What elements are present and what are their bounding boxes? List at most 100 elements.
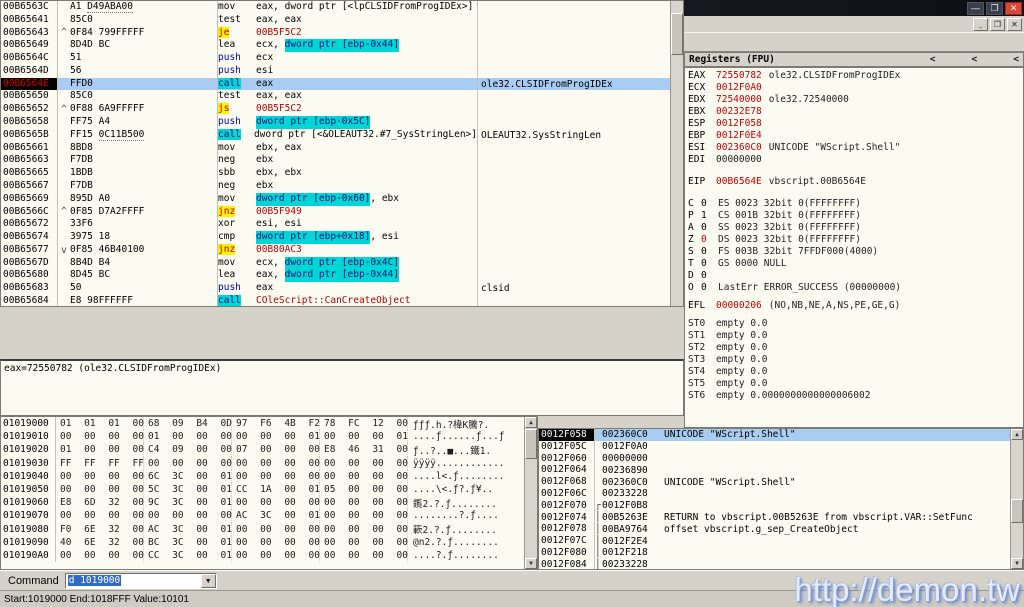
disasm-row[interactable]: 00B6564EFFD0calleaxole32.CLSIDFromProgID… [1, 78, 683, 91]
register-row[interactable]: EBP0012F0E4 [688, 130, 1023, 142]
register-row[interactable]: ECX0012F0A0 [688, 82, 1023, 94]
dump-row[interactable]: 010190A000 00 00 00CC 3C 00 0100 00 00 0… [1, 549, 537, 562]
scroll-thumb[interactable] [1011, 499, 1023, 523]
disasm-row[interactable]: 00B6567233F6xoresi, esi [1, 218, 683, 231]
segment-info: GS 0000 NULL [718, 258, 787, 269]
child-restore-button[interactable]: ❐ [990, 18, 1005, 31]
flag-row[interactable]: T0GS 0000 NULL [688, 258, 1023, 270]
dump-row[interactable]: 01019060E8 6D 32 009C 3C 00 0100 00 00 0… [1, 496, 537, 509]
dump-row[interactable]: 0101905000 00 00 005C 3C 00 01CC 1A 00 0… [1, 483, 537, 496]
disasm-row[interactable]: 00B6563CA1 D49ABA00moveax, dword ptr [<l… [1, 1, 683, 14]
stack-row[interactable]: 0012F05C0012F0A0 [539, 441, 1023, 453]
disasm-scrollbar[interactable] [670, 1, 683, 306]
collapse-icon[interactable]: < [972, 54, 978, 65]
stack-pane[interactable]: 0012F058002360C0UNICODE "WScript.Shell"0… [538, 428, 1024, 570]
stack-row[interactable]: 0012F074│00B5263ERETURN to vbscript.00B5… [539, 512, 1023, 524]
disasm-row[interactable]: 00B6566C^0F85 D7A2FFFFjnz00B5F949 [1, 206, 683, 219]
scroll-up-icon[interactable]: ▲ [525, 417, 537, 428]
child-close-button[interactable]: ✕ [1007, 18, 1022, 31]
fpu-row[interactable]: ST4empty 0.0 [688, 366, 1023, 378]
minimize-button[interactable]: — [967, 2, 984, 15]
close-button[interactable]: ✕ [1005, 2, 1022, 15]
stack-row[interactable]: 0012F070┌0012F0B8 [539, 500, 1023, 512]
collapse-icon[interactable]: < [930, 54, 936, 65]
disasm-row[interactable]: 00B6564C51pushecx [1, 52, 683, 65]
stack-row[interactable]: 0012F06000000000 [539, 453, 1023, 465]
stack-scrollbar[interactable]: ▲▼ [1010, 429, 1023, 569]
register-row[interactable]: EAX72550782ole32.CLSIDFromProgIDEx [688, 70, 1023, 82]
dump-row[interactable]: 0101901000 00 00 0001 00 00 0000 00 00 0… [1, 430, 537, 443]
stack-row[interactable]: 0012F080│0012F218 [539, 547, 1023, 559]
scroll-down-icon[interactable]: ▼ [525, 558, 537, 569]
disasm-row[interactable]: 00B656808D45 BCleaeax, dword ptr [ebp-0x… [1, 269, 683, 282]
scroll-thumb[interactable] [671, 13, 683, 55]
disasm-row[interactable]: 00B6568350pusheaxclsid [1, 282, 683, 295]
dump-row[interactable]: 01019030FF FF FF FF00 00 00 0000 00 00 0… [1, 457, 537, 470]
disasm-row[interactable]: 00B6567D8B4D B4movecx, dword ptr [ebp-0x… [1, 257, 683, 270]
register-row[interactable]: EDI00000000 [688, 154, 1023, 166]
stack-row[interactable]: 0012F06C00233228 [539, 488, 1023, 500]
disasm-row[interactable]: 00B656498D4D BCleaecx, dword ptr [ebp-0x… [1, 39, 683, 52]
dump-row[interactable]: 0101904000 00 00 006C 3C 00 0100 00 00 0… [1, 470, 537, 483]
child-minimize-button[interactable]: ˍ [973, 18, 988, 31]
dump-row[interactable]: 0101902001 00 00 00C4 09 00 0007 00 00 0… [1, 443, 537, 456]
memory-dump-pane[interactable]: 0101900001 01 01 0068 09 B4 0D97 F6 4B F… [0, 416, 538, 570]
command-dropdown-icon[interactable]: ▼ [201, 574, 216, 588]
disasm-row[interactable]: 00B65667F7DBnegebx [1, 180, 683, 193]
disasm-row[interactable]: 00B6565085C0testeax, eax [1, 90, 683, 103]
dump-row[interactable]: 0101907000 00 00 0000 00 00 00AC 3C 00 0… [1, 509, 537, 522]
scroll-thumb[interactable] [525, 429, 537, 459]
flag-row[interactable]: P1CS 001B 32bit 0(FFFFFFFF) [688, 210, 1023, 222]
disasm-row[interactable]: 00B65652^0F88 6A9FFFFFjs00B5F5C2 [1, 103, 683, 116]
dump-row[interactable]: 0101900001 01 01 0068 09 B4 0D97 F6 4B F… [1, 417, 537, 430]
disasm-row[interactable]: 00B656651BDBsbbebx, ebx [1, 167, 683, 180]
disasm-row[interactable]: 00B6565BFF15 0C11B500calldword ptr [<&OL… [1, 129, 683, 142]
disasm-row[interactable]: 00B656618BD8movebx, eax [1, 142, 683, 155]
stack-row[interactable]: 0012F058002360C0UNICODE "WScript.Shell" [539, 429, 1023, 441]
disasm-row[interactable]: 00B65658FF75 A4pushdword ptr [ebp-0x5C] [1, 116, 683, 129]
fpu-row[interactable]: ST5empty 0.0 [688, 378, 1023, 390]
fpu-row[interactable]: ST0empty 0.0 [688, 318, 1023, 330]
stack-row[interactable]: 0012F068002360C0UNICODE "WScript.Shell" [539, 476, 1023, 488]
fpu-row[interactable]: ST2empty 0.0 [688, 342, 1023, 354]
register-row[interactable]: EBX00232E78 [688, 106, 1023, 118]
disasm-row[interactable]: 00B656743975 18cmpdword ptr [ebp+0x18], … [1, 231, 683, 244]
flag-row[interactable]: D0 [688, 270, 1023, 282]
disasm-row[interactable]: 00B65677v0F85 46B40100jnz00B80AC3 [1, 244, 683, 257]
stack-row[interactable]: 0012F084│00233228 [539, 559, 1023, 570]
disasm-row[interactable]: 00B6564D56pushesi [1, 65, 683, 78]
flag-row[interactable]: C0ES 0023 32bit 0(FFFFFFFF) [688, 198, 1023, 210]
flag-row[interactable]: S0FS 003B 32bit 7FFDF000(4000) [688, 246, 1023, 258]
register-row[interactable]: ESI002360C0UNICODE "WScript.Shell" [688, 142, 1023, 154]
dump-row[interactable]: 01019080F0 6E 32 00AC 3C 00 0100 00 00 0… [1, 523, 537, 536]
disassembly-pane[interactable]: 00B6563CA1 D49ABA00moveax, dword ptr [<l… [0, 0, 684, 307]
collapse-icon[interactable]: < [1013, 54, 1019, 65]
stack-row[interactable]: 0012F06400236890 [539, 464, 1023, 476]
disasm-row[interactable]: 00B6564185C0testeax, eax [1, 14, 683, 27]
scroll-up-icon[interactable]: ▲ [1011, 429, 1023, 440]
disasm-row[interactable]: 00B65669895D A0movdword ptr [ebp-0x60], … [1, 193, 683, 206]
fpu-row[interactable]: ST6empty 0.0000000000000006002 [688, 390, 1023, 402]
register-row[interactable]: EDX72540000ole32.72540000 [688, 94, 1023, 106]
flag-row[interactable]: O0LastErr ERROR_SUCCESS (00000000) [688, 282, 1023, 294]
flag-row[interactable]: A0SS 0023 32bit 0(FFFFFFFF) [688, 222, 1023, 234]
registers-pane[interactable]: EAX72550782ole32.CLSIDFromProgIDExECX001… [684, 67, 1024, 428]
dump-scrollbar[interactable]: ▲▼ [524, 417, 537, 569]
register-row[interactable]: ESP0012F058 [688, 118, 1023, 130]
stack-row[interactable]: 0012F078│00BA9764offset vbscript.g_sep_C… [539, 523, 1023, 535]
disasm-row[interactable]: 00B65684E8 98FFFFFFcallCOleScript::CanCr… [1, 295, 683, 307]
efl-row[interactable]: EFL00000206(NO,NB,NE,A,NS,PE,GE,G) [688, 300, 1023, 312]
disasm-row[interactable]: 00B65663F7DBnegebx [1, 154, 683, 167]
disasm-instruction: pushdword ptr [ebp-0x5C] [218, 116, 478, 129]
command-input[interactable]: d 1019000 ▼ [65, 573, 217, 589]
scroll-down-icon[interactable]: ▼ [1011, 558, 1023, 569]
flag-row[interactable]: Z0DS 0023 32bit 0(FFFFFFFF) [688, 234, 1023, 246]
stack-row[interactable]: 0012F07C│0012F2E4 [539, 535, 1023, 547]
maximize-button[interactable]: ❐ [986, 2, 1003, 15]
eip-row[interactable]: EIP00B6564Evbscript.00B6564E [688, 176, 1023, 188]
dump-ascii: ........?.ƒ.... [408, 510, 537, 521]
disasm-row[interactable]: 00B65643^0F84 799FFFFFje00B5F5C2 [1, 27, 683, 40]
fpu-row[interactable]: ST3empty 0.0 [688, 354, 1023, 366]
fpu-row[interactable]: ST1empty 0.0 [688, 330, 1023, 342]
dump-row[interactable]: 0101909040 6E 32 00BC 3C 00 0100 00 00 0… [1, 536, 537, 549]
